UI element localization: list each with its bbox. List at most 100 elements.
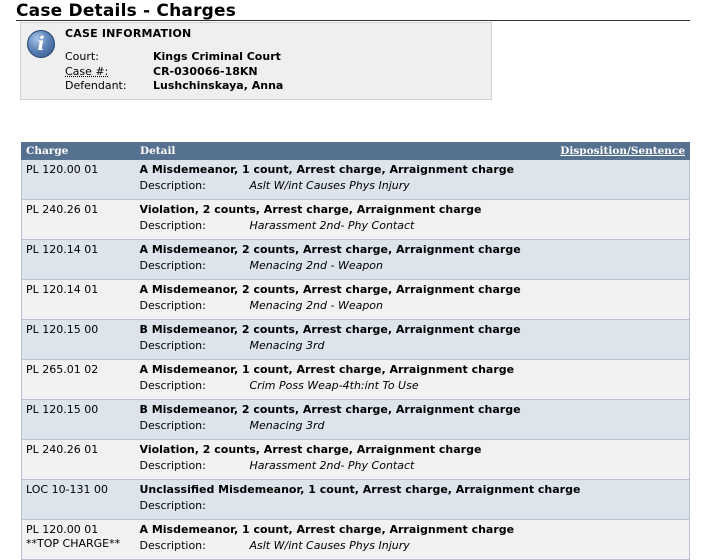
charge-detail: Violation, 2 counts, Arrest charge, Arra… xyxy=(139,443,482,456)
detail-cell: Unclassified Misdemeanor, 1 count, Arres… xyxy=(135,479,690,520)
description-line: Description: Harassment 2nd- Phy Contact xyxy=(140,458,686,474)
table-row: LOC 10-131 00 Unclassified Misdemeanor, 1… xyxy=(21,479,690,520)
description-text: Aslt W/int Causes Phys Injury xyxy=(249,539,410,552)
charges-table: Charge Detail Disposition/Sentence PL 12… xyxy=(21,142,690,560)
charge-code: LOC 10-131 00 xyxy=(26,483,109,496)
charge-cell: PL 265.01 02 xyxy=(21,359,136,400)
page-title: Case Details - Charges xyxy=(16,1,237,21)
charge-code: PL 120.00 01 xyxy=(26,163,99,176)
defendant-row: Defendant: Lushchinskaya, Anna xyxy=(65,79,283,92)
description-text: Harassment 2nd- Phy Contact xyxy=(249,219,415,232)
charge-cell: PL 120.14 01 xyxy=(21,279,136,320)
description-text: Aslt W/int Causes Phys Injury xyxy=(249,179,410,192)
charge-cell: PL 240.26 01 xyxy=(21,199,136,240)
charge-cell: PL 120.00 01 **TOP CHARGE** xyxy=(21,519,136,560)
defendant-label: Defendant: xyxy=(65,79,127,92)
case-number-label: Case #: xyxy=(65,65,109,78)
charge-cell: PL 120.15 00 xyxy=(21,399,136,440)
detail-cell: Violation, 2 counts, Arrest charge, Arra… xyxy=(135,199,690,240)
charge-code: PL 240.26 01 xyxy=(26,203,99,216)
charge-detail: A Misdemeanor, 1 count, Arrest charge, A… xyxy=(139,523,515,536)
charge-detail: A Misdemeanor, 2 counts, Arrest charge, … xyxy=(139,283,521,296)
description-label: Description: xyxy=(139,459,206,472)
defendant-value: Lushchinskaya, Anna xyxy=(153,79,284,92)
detail-cell: A Misdemeanor, 1 count, Arrest charge, A… xyxy=(135,159,690,200)
charges-table-body: PL 120.00 01 A Misdemeanor, 1 count, Arre… xyxy=(21,159,690,560)
charge-code: PL 265.01 02 xyxy=(26,363,99,376)
description-text: Menacing 3rd xyxy=(249,419,325,432)
description-label: Description: xyxy=(139,219,206,232)
charge-detail: A Misdemeanor, 1 count, Arrest charge, A… xyxy=(139,363,515,376)
table-row: PL 240.26 01 Violation, 2 counts, Arrest … xyxy=(21,439,690,480)
charge-cell: PL 240.26 01 xyxy=(21,439,136,480)
table-row: PL 120.15 00 B Misdemeanor, 2 counts, Arr… xyxy=(21,319,690,360)
top-charge-note: **TOP CHARGE** xyxy=(26,537,121,550)
info-icon: i xyxy=(27,30,55,58)
description-line: Description: Harassment 2nd- Phy Contact xyxy=(140,218,686,234)
detail-cell: A Misdemeanor, 1 count, Arrest charge, A… xyxy=(135,519,690,560)
charge-detail: A Misdemeanor, 1 count, Arrest charge, A… xyxy=(139,163,515,176)
charge-code: PL 120.15 00 xyxy=(26,403,99,416)
description-line: Description: Menacing 2nd - Weapon xyxy=(140,298,686,314)
charge-code: PL 240.26 01 xyxy=(26,443,99,456)
description-label: Description: xyxy=(139,259,206,272)
table-row: PL 120.00 01 **TOP CHARGE** A Misdemeanor,… xyxy=(21,519,690,560)
detail-cell: Violation, 2 counts, Arrest charge, Arra… xyxy=(135,439,690,480)
description-text: Menacing 2nd - Weapon xyxy=(249,299,384,312)
case-information-panel: i CASE INFORMATION Court: Kings Criminal … xyxy=(20,22,492,100)
table-row: PL 120.00 01 A Misdemeanor, 1 count, Arre… xyxy=(21,159,690,200)
case-number-value: CR-030066-18KN xyxy=(153,65,258,78)
charge-cell: LOC 10-131 00 xyxy=(21,479,136,520)
charge-cell: PL 120.00 01 xyxy=(21,159,136,200)
charge-detail: Violation, 2 counts, Arrest charge, Arra… xyxy=(139,203,482,216)
description-label: Description: xyxy=(139,499,206,512)
description-line: Description: Aslt W/int Causes Phys Injur… xyxy=(140,538,686,554)
description-label: Description: xyxy=(139,419,206,432)
title-divider xyxy=(16,20,690,21)
charge-code: PL 120.15 00 xyxy=(26,323,99,336)
detail-cell: A Misdemeanor, 2 counts, Arrest charge, … xyxy=(135,239,690,280)
table-row: PL 120.15 00 B Misdemeanor, 2 counts, Arr… xyxy=(21,399,690,440)
case-information-heading: CASE INFORMATION xyxy=(65,27,192,40)
description-text: Harassment 2nd- Phy Contact xyxy=(249,459,415,472)
detail-cell: A Misdemeanor, 1 count, Arrest charge, A… xyxy=(135,359,690,400)
table-row: PL 265.01 02 A Misdemeanor, 1 count, Arre… xyxy=(21,359,690,400)
detail-cell: A Misdemeanor, 2 counts, Arrest charge, … xyxy=(135,279,690,320)
detail-column-header: Detail xyxy=(134,142,275,160)
court-row: Court: Kings Criminal Court xyxy=(65,50,281,63)
detail-cell: B Misdemeanor, 2 counts, Arrest charge, … xyxy=(135,399,690,440)
charge-detail: Unclassified Misdemeanor, 1 count, Arres… xyxy=(139,483,581,496)
table-row: PL 120.14 01 A Misdemeanor, 2 counts, Arr… xyxy=(21,239,690,280)
description-label: Description: xyxy=(139,179,206,192)
description-label: Description: xyxy=(139,299,206,312)
description-text: Crim Poss Weap-4th:int To Use xyxy=(249,379,419,392)
court-value: Kings Criminal Court xyxy=(153,50,281,63)
charge-code: PL 120.00 01 xyxy=(26,523,99,536)
description-line: Description: Menacing 3rd xyxy=(140,418,686,434)
description-label: Description: xyxy=(139,379,206,392)
description-text: Menacing 3rd xyxy=(249,339,325,352)
charge-cell: PL 120.14 01 xyxy=(21,239,136,280)
charge-cell: PL 120.15 00 xyxy=(21,319,136,360)
court-label: Court: xyxy=(65,50,99,63)
description-line: Description: Menacing 3rd xyxy=(140,338,686,354)
detail-cell: B Misdemeanor, 2 counts, Arrest charge, … xyxy=(135,319,690,360)
charge-column-header: Charge xyxy=(21,142,136,160)
charge-code: PL 120.14 01 xyxy=(26,283,99,296)
description-label: Description: xyxy=(139,539,206,552)
description-text: Menacing 2nd - Weapon xyxy=(249,259,384,272)
charge-code: PL 120.14 01 xyxy=(26,243,99,256)
description-line: Description: Menacing 2nd - Weapon xyxy=(140,258,686,274)
disposition-sentence-link[interactable]: Disposition/Sentence xyxy=(273,142,690,160)
description-line: Description: xyxy=(140,498,686,514)
case-number-row: Case #: CR-030066-18KN xyxy=(65,65,258,78)
table-row: PL 120.14 01 A Misdemeanor, 2 counts, Arr… xyxy=(21,279,690,320)
charge-detail: A Misdemeanor, 2 counts, Arrest charge, … xyxy=(139,243,521,256)
charges-table-header: Charge Detail Disposition/Sentence xyxy=(21,142,690,160)
table-row: PL 240.26 01 Violation, 2 counts, Arrest … xyxy=(21,199,690,240)
charge-detail: B Misdemeanor, 2 counts, Arrest charge, … xyxy=(139,323,521,336)
charge-detail: B Misdemeanor, 2 counts, Arrest charge, … xyxy=(139,403,521,416)
description-label: Description: xyxy=(139,339,206,352)
description-line: Description: Aslt W/int Causes Phys Injur… xyxy=(140,178,686,194)
description-line: Description: Crim Poss Weap-4th:int To Us… xyxy=(140,378,686,394)
